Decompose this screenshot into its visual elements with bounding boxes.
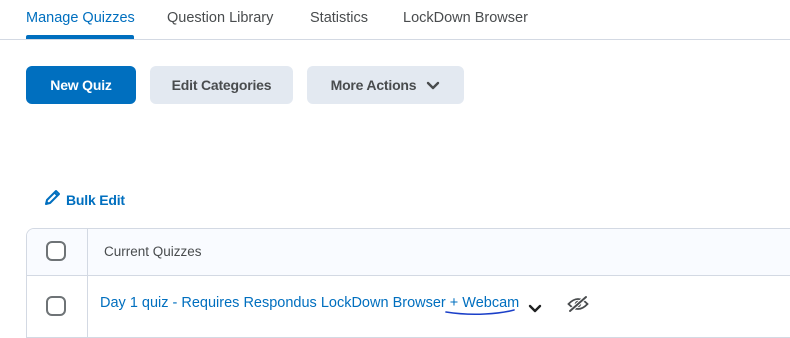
edit-categories-label: Edit Categories [171, 77, 272, 93]
bulk-edit-button[interactable]: Bulk Edit [44, 188, 125, 211]
current-quizzes-header: Current Quizzes [104, 244, 202, 259]
new-quiz-button[interactable]: New Quiz [26, 66, 136, 104]
tab-question-library[interactable]: Question Library [167, 10, 273, 26]
select-all-checkbox[interactable] [46, 241, 66, 261]
bulk-edit-label: Bulk Edit [66, 191, 125, 208]
tab-statistics[interactable]: Statistics [310, 10, 368, 26]
edit-categories-button[interactable]: Edit Categories [150, 66, 293, 104]
tab-lockdown-browser[interactable]: LockDown Browser [403, 10, 528, 26]
chevron-down-icon [426, 77, 440, 93]
visibility-hidden-icon[interactable] [567, 295, 589, 318]
new-quiz-label: New Quiz [50, 77, 112, 93]
row-checkbox[interactable] [46, 296, 66, 316]
pencil-icon [44, 188, 62, 211]
column-divider [87, 229, 88, 337]
more-actions-label: More Actions [330, 77, 417, 93]
table-header: Current Quizzes [27, 229, 790, 276]
quiz-title-link[interactable]: Day 1 quiz - Requires Respondus LockDown… [100, 295, 519, 311]
quizzes-table: Current Quizzes Day 1 quiz - Requires Re… [26, 228, 790, 338]
tab-manage-quizzes[interactable]: Manage Quizzes [26, 10, 135, 26]
active-tab-indicator [26, 35, 134, 39]
tab-bar: Manage Quizzes Question Library Statisti… [0, 0, 790, 40]
chevron-down-icon[interactable] [528, 300, 542, 318]
more-actions-button[interactable]: More Actions [307, 66, 464, 104]
